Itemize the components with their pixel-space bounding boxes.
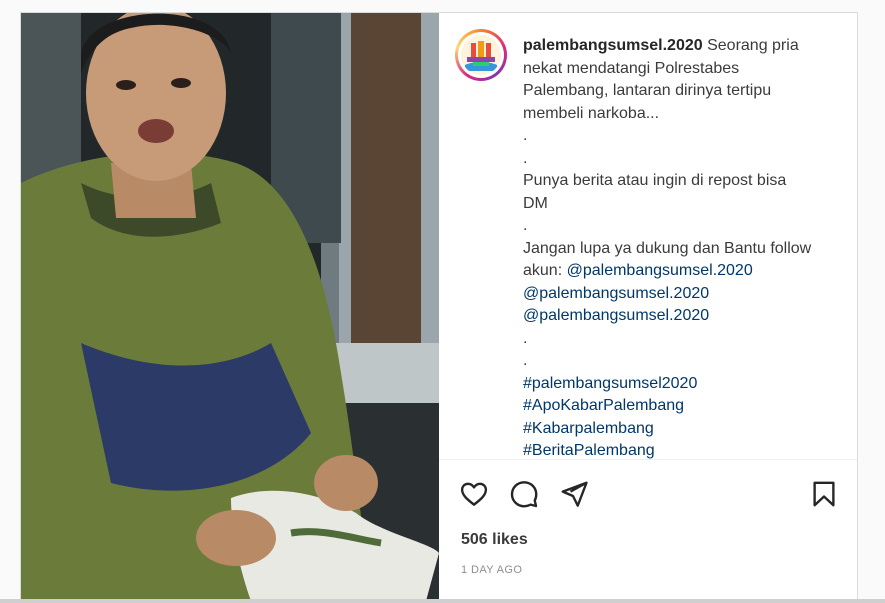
comment-icon (510, 481, 538, 508)
scrollbar-area[interactable] (858, 12, 885, 600)
post-caption: palembangsumsel.2020 Seorang pria nekat … (523, 35, 848, 459)
caption-text: Punya berita atau ingin di repost bisa (523, 172, 787, 189)
likes-count[interactable]: 506 likes (461, 531, 528, 549)
heart-icon (460, 482, 488, 506)
caption-line: akun: @palembangsumsel.2020 (523, 260, 848, 283)
post-card: palembangsumsel.2020 Seorang pria nekat … (20, 12, 858, 600)
video-frame (21, 13, 439, 600)
post-actions (459, 479, 849, 509)
avatar[interactable] (455, 29, 507, 81)
hashtag-link[interactable]: #Kabarpalembang (523, 418, 848, 441)
avatar-ring-inner (458, 32, 504, 78)
mention-link[interactable]: @palembangsumsel.2020 (567, 262, 753, 279)
share-button[interactable] (559, 479, 589, 509)
caption-text: membeli narkoba... (523, 104, 660, 122)
caption-text: Palembang, lantaran dirinya tertipu (523, 82, 772, 99)
palembang-logo-icon (461, 35, 501, 75)
caption-dot: . (523, 127, 528, 144)
instagram-post-page: palembangsumsel.2020 Seorang pria nekat … (0, 0, 885, 603)
caption-text: Jangan lupa ya dukung dan Bantu follow (523, 239, 812, 257)
window-bottom-edge (0, 599, 885, 603)
caption-text: DM (523, 194, 548, 212)
caption-dot: . (523, 329, 528, 347)
post-sidebar: palembangsumsel.2020 Seorang pria nekat … (439, 13, 857, 600)
username-link[interactable]: palembangsumsel.2020 (523, 37, 703, 54)
send-icon (561, 481, 588, 507)
caption-dot: . (523, 217, 528, 234)
caption-dot: . (523, 352, 528, 369)
caption-text: akun: (523, 262, 563, 279)
hashtag-link[interactable]: #BeritaPalembang (523, 440, 848, 459)
hashtag-link[interactable]: #palembangsumsel2020 (523, 373, 848, 396)
bookmark-icon (813, 481, 835, 507)
section-divider (439, 459, 857, 460)
post-timestamp[interactable]: 1 DAY AGO (461, 564, 522, 576)
hashtag-link[interactable]: #ApoKabarPalembang (523, 395, 848, 418)
mention-link[interactable]: @palembangsumsel.2020 (523, 305, 848, 328)
caption-text: Seorang pria (707, 37, 799, 54)
post-video[interactable] (21, 13, 439, 600)
caption-text: nekat mendatangi Polrestabes (523, 59, 740, 77)
caption-dot: . (523, 149, 528, 167)
mention-link[interactable]: @palembangsumsel.2020 (523, 283, 848, 306)
caption-line: palembangsumsel.2020 Seorang pria (523, 35, 848, 58)
comment-button[interactable] (509, 479, 539, 509)
like-button[interactable] (459, 479, 489, 509)
save-button[interactable] (809, 479, 839, 509)
caption-area[interactable]: palembangsumsel.2020 Seorang pria nekat … (439, 13, 857, 459)
